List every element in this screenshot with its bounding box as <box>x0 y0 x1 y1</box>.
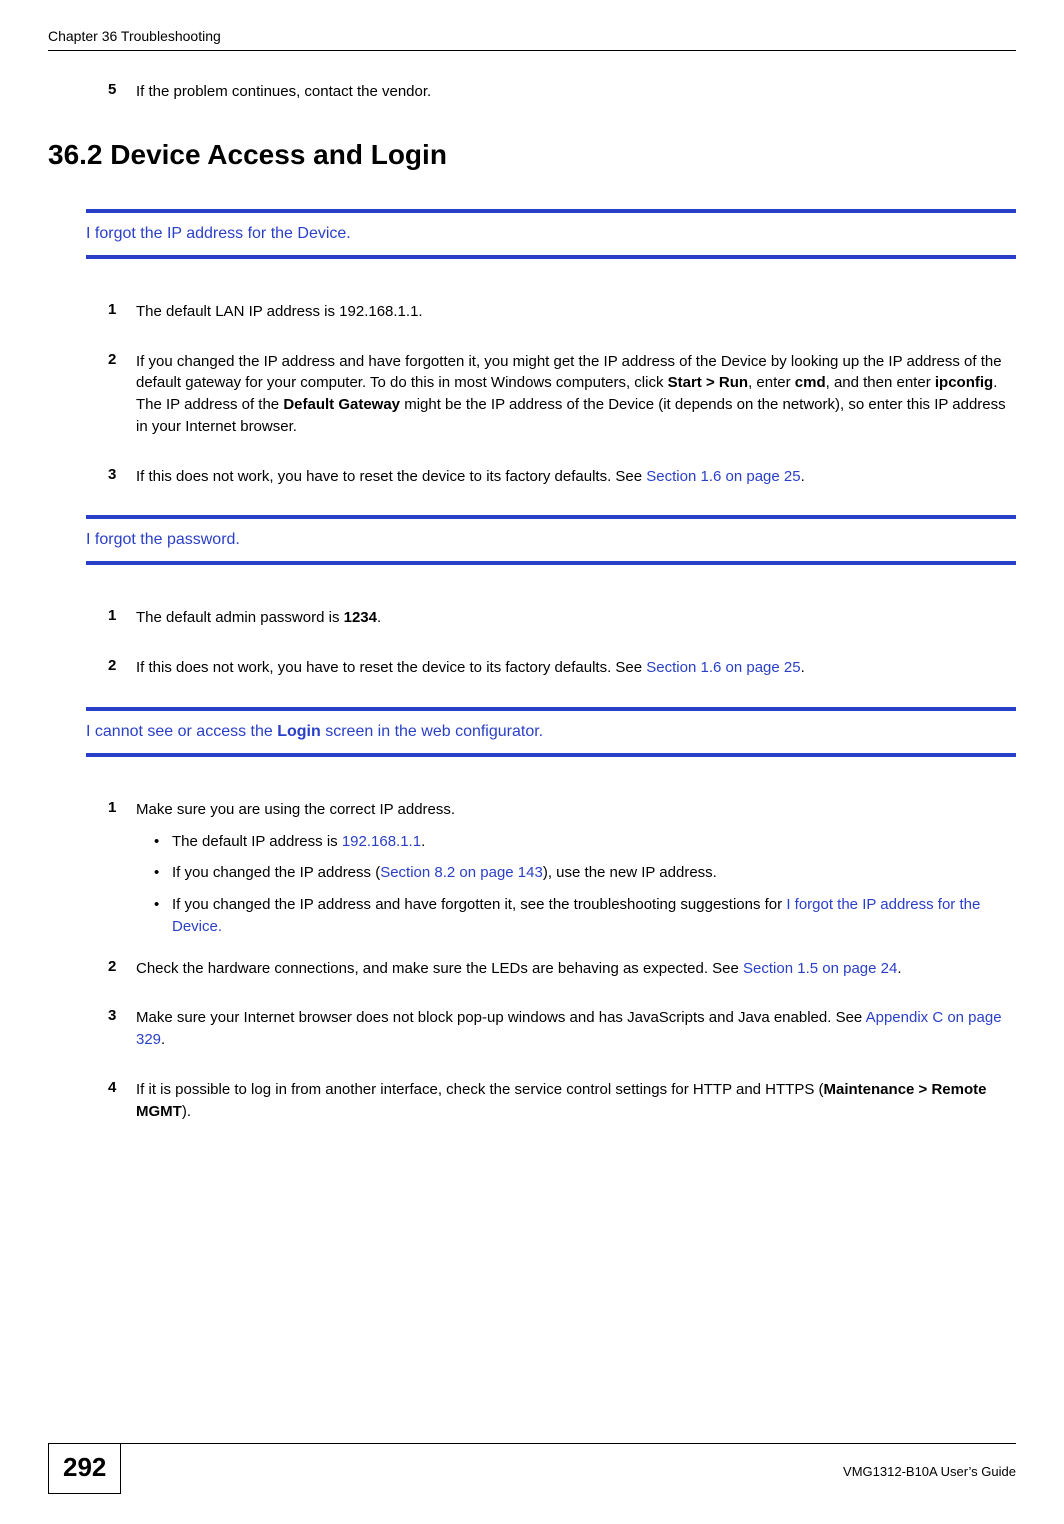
step-text: If it is possible to log in from another… <box>136 1079 1016 1123</box>
header-rule <box>48 50 1016 51</box>
step-number: 2 <box>108 657 136 679</box>
step-text: Check the hardware connections, and make… <box>136 958 902 980</box>
issue-title: I forgot the password. <box>86 527 1016 553</box>
step-row: 4 If it is possible to log in from anoth… <box>48 1079 1016 1123</box>
cross-ref-link[interactable]: Section 1.5 on page 24 <box>743 960 897 977</box>
list-item: • If you changed the IP address and have… <box>154 894 1016 938</box>
step-text: The default admin password is 1234. <box>136 607 381 629</box>
issue-rule <box>86 707 1016 711</box>
bullet-icon: • <box>154 894 172 938</box>
cross-ref-link[interactable]: Section 1.6 on page 25 <box>646 468 800 485</box>
chapter-label: Chapter 36 Troubleshooting <box>48 28 221 44</box>
issue-block: I forgot the password. <box>86 515 1016 565</box>
issue-rule <box>86 515 1016 519</box>
cross-ref-link[interactable]: Section 1.6 on page 25 <box>646 659 800 676</box>
step-row: 1 Make sure you are using the correct IP… <box>48 799 1016 948</box>
step-text: If this does not work, you have to reset… <box>136 466 805 488</box>
page-footer: 292 VMG1312-B10A User’s Guide <box>48 1443 1016 1494</box>
step-text: Make sure you are using the correct IP a… <box>136 799 1016 948</box>
step-number: 1 <box>108 799 136 948</box>
section-heading: 36.2 Device Access and Login <box>48 139 1016 171</box>
step-row: 2 Check the hardware connections, and ma… <box>48 958 1016 980</box>
ip-link[interactable]: 192.168.1.1 <box>342 833 421 850</box>
list-item: • The default IP address is 192.168.1.1. <box>154 831 1016 853</box>
step-number: 3 <box>108 1007 136 1051</box>
issue-block: I cannot see or access the Login screen … <box>86 707 1016 757</box>
step-number: 3 <box>108 466 136 488</box>
step-row: 2 If you changed the IP address and have… <box>48 351 1016 438</box>
step-row: 2 If this does not work, you have to res… <box>48 657 1016 679</box>
issue-rule <box>86 255 1016 259</box>
step-number: 1 <box>108 301 136 323</box>
step-number: 2 <box>108 351 136 438</box>
cross-ref-link[interactable]: Section 8.2 on page 143 <box>380 864 543 881</box>
guide-name: VMG1312-B10A User’s Guide <box>843 1460 1016 1479</box>
page-number: 292 <box>48 1444 121 1494</box>
step-number: 1 <box>108 607 136 629</box>
step-text: Make sure your Internet browser does not… <box>136 1007 1016 1051</box>
step-number: 5 <box>108 81 136 103</box>
step-text: If the problem continues, contact the ve… <box>136 81 431 103</box>
step-row: 3 Make sure your Internet browser does n… <box>48 1007 1016 1051</box>
list-item: • If you changed the IP address (Section… <box>154 862 1016 884</box>
step-number: 4 <box>108 1079 136 1123</box>
step-row: 5 If the problem continues, contact the … <box>48 81 1016 103</box>
issue-title: I forgot the IP address for the Device. <box>86 221 1016 247</box>
issue-rule <box>86 561 1016 565</box>
issue-rule <box>86 753 1016 757</box>
issue-rule <box>86 209 1016 213</box>
issue-block: I forgot the IP address for the Device. <box>86 209 1016 259</box>
bullet-list: • The default IP address is 192.168.1.1.… <box>154 831 1016 938</box>
bullet-icon: • <box>154 831 172 853</box>
step-row: 3 If this does not work, you have to res… <box>48 466 1016 488</box>
bullet-icon: • <box>154 862 172 884</box>
step-text: The default LAN IP address is 192.168.1.… <box>136 301 423 323</box>
issue-title: I cannot see or access the Login screen … <box>86 719 1016 745</box>
step-text: If you changed the IP address and have f… <box>136 351 1016 438</box>
step-number: 2 <box>108 958 136 980</box>
step-text: If this does not work, you have to reset… <box>136 657 805 679</box>
step-row: 1 The default LAN IP address is 192.168.… <box>48 301 1016 323</box>
step-row: 1 The default admin password is 1234. <box>48 607 1016 629</box>
